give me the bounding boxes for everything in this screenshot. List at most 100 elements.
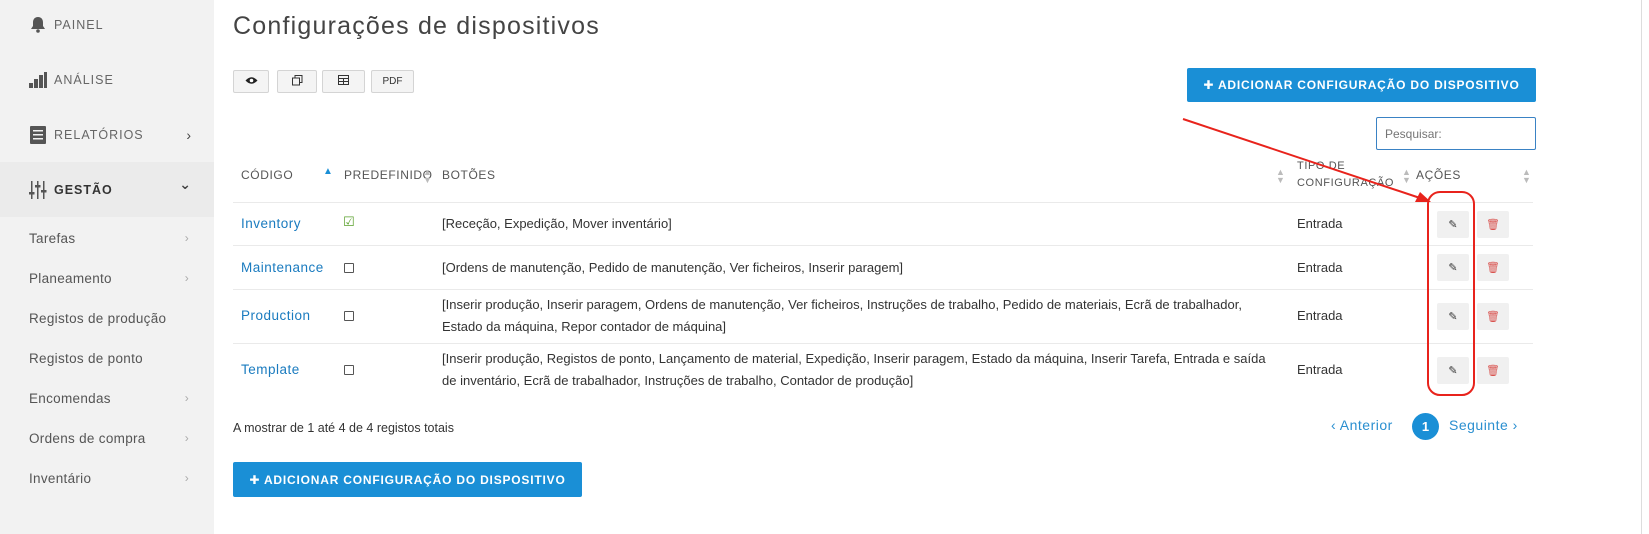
text-line: [Inserir produção, Registos de ponto, La… [442,351,1266,366]
row-buttons-text: [Inserir produção, Inserir paragem, Orde… [442,294,1242,338]
delete-button[interactable]: 🗑 [1477,211,1509,238]
sliders-icon [28,180,48,200]
search-input[interactable] [1376,117,1536,150]
sidebar: PAINEL ANÁLISE RELATÓRIOS › GESTÃO ⌄ Tar… [0,0,214,534]
page-title: Configurações de dispositivos [233,12,600,40]
chevron-right-icon: › [184,271,189,285]
column-header-config-type[interactable]: TIPO DE CONFIGURAÇÃO [1297,158,1394,192]
pagination-current-page[interactable]: 1 [1412,413,1439,440]
sidebar-item-label: RELATÓRIOS [54,127,144,142]
row-config-type: Entrada [1297,308,1343,323]
sidebar-subitem-encomendas[interactable]: Encomendas › [0,378,214,418]
sort-icon: ▲ ▼ [423,167,432,185]
row-config-type: Entrada [1297,362,1343,377]
row-buttons-text: [Receção, Expedição, Mover inventário] [442,216,672,231]
row-buttons-text: [Inserir produção, Registos de ponto, La… [442,348,1266,392]
sidebar-subitem-registos-ponto[interactable]: Registos de ponto [0,338,214,378]
copy-icon [291,74,303,89]
sidebar-subitem-label: Registos de produção [29,310,167,326]
sidebar-subitem-label: Planeamento [29,270,112,286]
scrollbar[interactable] [1641,0,1649,534]
chevron-right-icon: › [184,431,189,445]
text-line: [Inserir produção, Inserir paragem, Orde… [442,297,1242,312]
sidebar-subitem-label: Inventário [29,470,92,486]
pdf-button[interactable]: PDF [371,70,414,93]
sort-icon: ▲ ▼ [1522,167,1531,185]
table-info: A mostrar de 1 até 4 de 4 registos totai… [233,421,454,435]
header-line: TIPO DE [1297,160,1346,172]
sidebar-subitem-label: Registos de ponto [29,350,143,366]
trash-icon: 🗑 [1486,262,1500,274]
text-line: Estado da máquina, Repor contador de máq… [442,319,727,334]
edit-icon: ✎ [1448,311,1458,323]
edit-button[interactable]: ✎ [1437,357,1469,384]
sidebar-subitem-registos-producao[interactable]: Registos de produção [0,298,214,338]
header-line: CONFIGURAÇÃO [1297,177,1395,189]
row-divider [233,245,1533,246]
chevron-right-icon: › [186,126,192,143]
sidebar-item-gestao[interactable]: GESTÃO ⌄ [0,162,214,217]
row-code-link[interactable]: Template [241,359,300,381]
edit-button[interactable]: ✎ [1437,211,1469,238]
sidebar-subitem-label: Ordens de compra [29,430,146,446]
copy-button[interactable] [277,70,317,93]
chevron-right-icon: › [184,231,189,245]
table-icon [338,75,349,88]
add-device-config-button-bottom[interactable]: ✚ ADICIONAR CONFIGURAÇÃO DO DISPOSITIVO [233,462,582,497]
row-code-link[interactable]: Maintenance [241,257,324,279]
reports-icon [28,125,48,145]
sidebar-subitem-label: Tarefas [29,230,76,246]
column-header-default[interactable]: PREDEFINIDO [344,168,433,182]
sidebar-subitem-tarefas[interactable]: Tarefas › [0,218,214,258]
row-divider [233,202,1533,203]
view-button[interactable] [233,70,269,93]
sidebar-subitem-inventario[interactable]: Inventário › [0,458,214,498]
eye-icon [245,76,258,88]
delete-button[interactable]: 🗑 [1477,357,1509,384]
bell-icon [28,15,48,35]
sidebar-item-relatorios[interactable]: RELATÓRIOS › [0,107,214,162]
sort-icon: ▲ ▼ [1402,167,1411,185]
checkbox-unchecked [344,263,354,273]
add-device-config-button-top[interactable]: ✚ ADICIONAR CONFIGURAÇÃO DO DISPOSITIVO [1187,68,1536,102]
chevron-down-icon: ⌄ [179,176,192,192]
chevron-right-icon: › [184,391,189,405]
row-code-link[interactable]: Production [241,305,311,327]
column-header-code[interactable]: CÓDIGO [241,168,293,182]
edit-button[interactable]: ✎ [1437,303,1469,330]
trash-icon: 🗑 [1486,219,1500,231]
main-content: Configurações de dispositivos PDF ✚ ADIC… [214,0,1641,534]
bar-chart-icon [28,70,48,90]
sidebar-subitem-ordens-compra[interactable]: Ordens de compra › [0,418,214,458]
row-config-type: Entrada [1297,216,1343,231]
trash-icon: 🗑 [1486,311,1500,323]
edit-icon: ✎ [1448,262,1458,274]
delete-button[interactable]: 🗑 [1477,254,1509,281]
sidebar-subitem-planeamento[interactable]: Planeamento › [0,258,214,298]
sidebar-item-label: PAINEL [54,17,104,32]
excel-button[interactable] [322,70,365,93]
sidebar-subitem-label: Encomendas [29,390,111,406]
delete-button[interactable]: 🗑 [1477,303,1509,330]
row-config-type: Entrada [1297,260,1343,275]
sort-asc-icon: ▲ [323,166,333,177]
checkbox-unchecked [344,311,354,321]
pagination-next[interactable]: Seguinte › [1449,417,1518,433]
pagination-previous[interactable]: ‹ Anterior [1331,417,1393,433]
trash-icon: 🗑 [1486,365,1500,377]
sort-icon: ▲ ▼ [1276,167,1285,185]
row-divider [233,343,1533,344]
row-divider [233,289,1533,290]
checkbox-checked-icon: ☑ [343,214,355,229]
sidebar-item-analise[interactable]: ANÁLISE [0,52,214,107]
text-line: de inventário, Ecrã de trabalhador, Inst… [442,373,914,388]
row-code-link[interactable]: Inventory [241,213,301,235]
column-header-buttons[interactable]: BOTÕES [442,168,496,182]
row-buttons-text: [Ordens de manutenção, Pedido de manuten… [442,260,904,275]
edit-button[interactable]: ✎ [1437,254,1469,281]
edit-icon: ✎ [1448,219,1458,231]
checkbox-unchecked [344,365,354,375]
column-header-actions[interactable]: AÇÕES [1416,168,1461,182]
sidebar-item-painel[interactable]: PAINEL [0,0,214,52]
sidebar-item-label: ANÁLISE [54,72,114,87]
